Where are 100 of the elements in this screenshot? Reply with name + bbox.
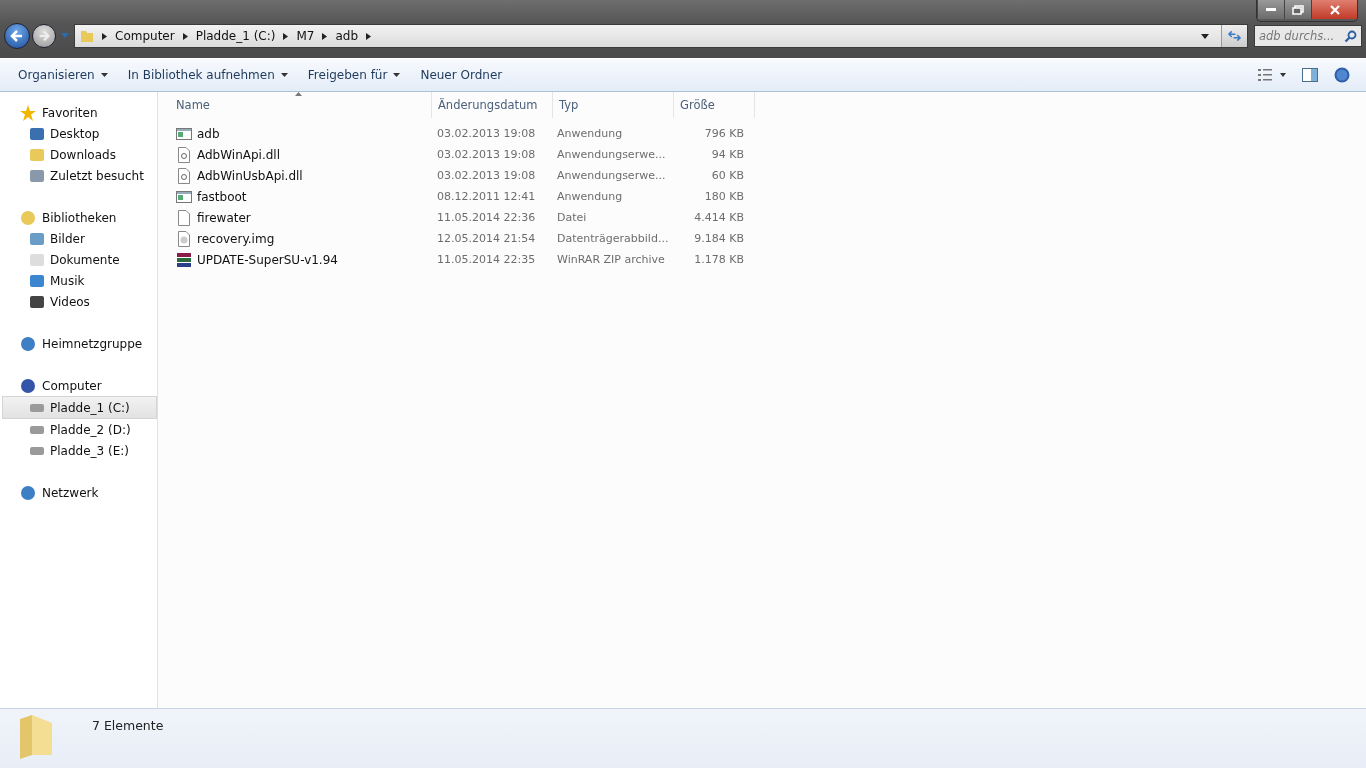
file-name[interactable]: adb: [197, 126, 220, 141]
type-cell-text: WinRAR ZIP archive: [556, 253, 666, 266]
nav-icon: [30, 446, 44, 455]
nav-item-label: Pladde_1 (C:): [50, 400, 130, 415]
chevron-icon[interactable]: [102, 32, 107, 40]
caret-icon: [280, 73, 288, 77]
list-view-icon: [1258, 69, 1286, 81]
size-cell-text: 94 KB: [710, 148, 744, 161]
nav-item[interactable]: Downloads: [0, 144, 157, 165]
sort-arrow-icon: [295, 92, 303, 96]
nav-icon: [20, 484, 36, 501]
dropdown-arrow-icon[interactable]: [1201, 33, 1209, 39]
nav-item[interactable]: Dokumente: [0, 249, 157, 270]
nav-item[interactable]: Pladde_1 (C:): [2, 396, 157, 419]
breadcrumb-item[interactable]: adb: [335, 29, 359, 43]
breadcrumb-item[interactable]: Pladde_1 (C:): [195, 29, 276, 43]
nav-icon: [30, 403, 44, 412]
size-cell-text: 4.414 KB: [693, 211, 744, 224]
toolbar-button[interactable]: Neuer Ordner: [410, 64, 513, 86]
type-cell-text: Anwendung: [556, 127, 624, 140]
nav-item[interactable]: Videos: [0, 291, 157, 312]
nav-item-label: Zuletzt besucht: [50, 168, 144, 183]
file-icon: [176, 230, 192, 247]
file-name[interactable]: recovery.img: [197, 231, 275, 246]
address-bar[interactable]: Computer Pladde_1 (C:) M7 adb: [74, 24, 1248, 48]
search-field[interactable]: adb durchs...: [1254, 25, 1362, 47]
type-cell-text: Anwendungserwe...: [556, 169, 667, 182]
restore-icon: [1292, 4, 1304, 15]
minimize-icon: [1266, 8, 1276, 11]
date-cell-text: 12.05.2014 21:54: [436, 232, 537, 245]
type-cell-text: Datei: [556, 211, 588, 224]
help-icon: [1334, 67, 1350, 83]
nav-item-label: Dokumente: [50, 252, 120, 267]
breadcrumb-item[interactable]: M7: [296, 29, 315, 43]
nav-group[interactable]: Netzwerk: [0, 482, 157, 503]
size-cell-text: 9.184 KB: [693, 232, 744, 245]
nav-item[interactable]: Musik: [0, 270, 157, 291]
minimize-button[interactable]: [1257, 0, 1284, 19]
size-cell-text: 60 KB: [710, 169, 744, 182]
nav-icon: [30, 253, 44, 266]
file-name[interactable]: fastboot: [197, 189, 247, 204]
refresh-button[interactable]: [1221, 25, 1247, 47]
breadcrumb-item[interactable]: Computer: [115, 29, 175, 43]
forward-button[interactable]: [32, 24, 56, 48]
file-icon: [176, 188, 192, 205]
type-cell-text: Anwendungserwe...: [556, 148, 667, 161]
chevron-icon[interactable]: [283, 32, 289, 40]
date-cell-text: 11.05.2014 22:36: [436, 211, 537, 224]
nav-item-label: Bilder: [50, 231, 85, 246]
restore-button[interactable]: [1284, 0, 1311, 19]
chevron-icon[interactable]: [366, 32, 372, 40]
size-cell-text: 796 KB: [703, 127, 744, 140]
caret-icon: [393, 73, 401, 77]
date-cell-text: 11.05.2014 22:35: [436, 253, 537, 266]
date-cell-text: 03.02.2013 19:08: [436, 169, 537, 182]
nav-icon: [30, 425, 44, 434]
nav-group[interactable]: Heimnetzgruppe: [0, 333, 157, 354]
nav-item-label: Desktop: [50, 126, 100, 141]
nav-icon: [20, 104, 36, 121]
file-name[interactable]: UPDATE-SuperSU-v1.94: [197, 252, 338, 267]
nav-item[interactable]: Desktop: [0, 123, 157, 144]
file-name[interactable]: AdbWinUsbApi.dll: [197, 168, 303, 183]
nav-icon: [30, 232, 44, 245]
back-button[interactable]: [4, 23, 30, 49]
nav-item[interactable]: Pladde_3 (E:): [0, 440, 157, 461]
file-icon: [176, 125, 192, 142]
nav-icon: [30, 127, 44, 140]
folder-icon: [80, 29, 94, 43]
column-header[interactable]: Typ: [553, 92, 674, 118]
column-header[interactable]: Änderungsdatum: [432, 92, 553, 118]
toolbar-button[interactable]: Freigeben für: [297, 64, 411, 86]
date-cell-text: 08.12.2011 12:41: [436, 190, 537, 203]
nav-group[interactable]: Favoriten: [0, 102, 157, 123]
column-header[interactable]: Name: [170, 92, 432, 118]
nav-group-label: Computer: [42, 378, 102, 393]
nav-group[interactable]: Bibliotheken: [0, 207, 157, 228]
nav-item[interactable]: Pladde_2 (D:): [0, 419, 157, 440]
close-button[interactable]: [1311, 0, 1357, 19]
file-name[interactable]: AdbWinApi.dll: [197, 147, 281, 162]
nav-group-label: Heimnetzgruppe: [42, 336, 143, 351]
file-icon: [176, 209, 192, 226]
nav-group[interactable]: Computer: [0, 375, 157, 396]
file-icon: [176, 146, 192, 163]
toolbar-button[interactable]: In Bibliothek aufnehmen: [117, 64, 298, 86]
nav-item-label: Pladde_3 (E:): [50, 443, 129, 458]
chevron-icon[interactable]: [322, 32, 328, 40]
type-cell-text: Anwendung: [556, 190, 624, 203]
nav-item[interactable]: Zuletzt besucht: [0, 165, 157, 186]
caret-icon: [100, 73, 108, 77]
chevron-icon[interactable]: [182, 32, 188, 40]
nav-icon: [30, 169, 44, 182]
nav-icon: [30, 295, 44, 308]
nav-group-label: Netzwerk: [42, 485, 99, 500]
file-name[interactable]: firewater: [197, 210, 251, 225]
type-cell-text: Datenträgerabbild...: [556, 232, 670, 245]
refresh-icon: [1228, 30, 1241, 42]
column-header[interactable]: Größe: [674, 92, 755, 118]
toolbar-button[interactable]: Organisieren: [8, 64, 118, 86]
file-icon: [176, 167, 192, 184]
nav-item[interactable]: Bilder: [0, 228, 157, 249]
